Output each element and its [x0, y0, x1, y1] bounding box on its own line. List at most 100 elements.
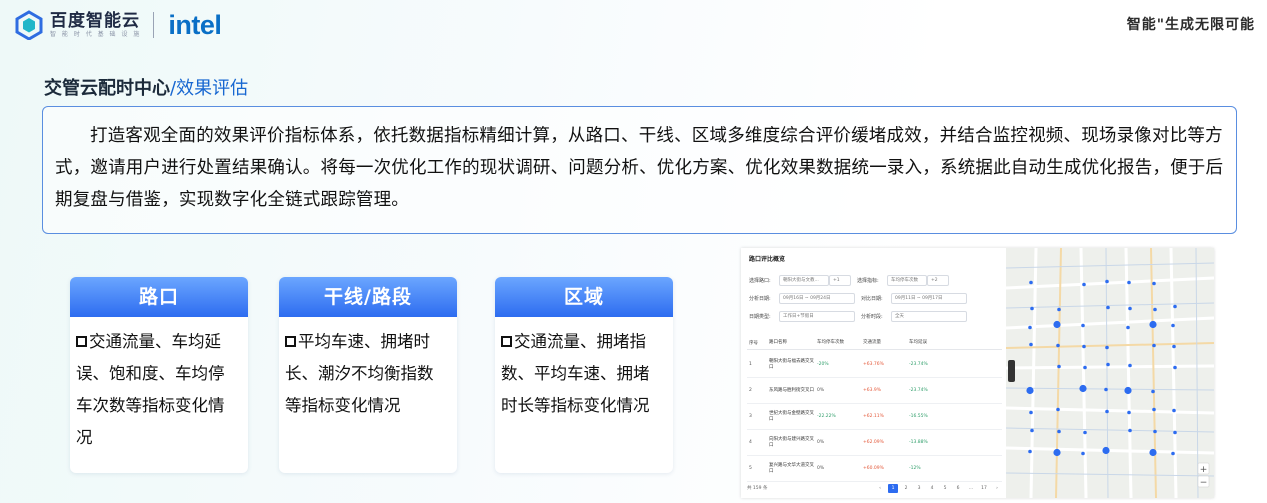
intersection-marker-icon [1151, 389, 1155, 394]
road-network-map[interactable]: + − [1005, 248, 1214, 498]
page-button[interactable]: 6 [953, 484, 963, 493]
slogan: 智能"生成无限可能 [1126, 17, 1255, 33]
card-text: 交通流量、车均延误、饱和度、车均停车次数等指标变化情况 [76, 332, 225, 447]
delay-change: -16.55% [909, 413, 928, 419]
page-button[interactable]: 5 [940, 484, 950, 493]
intersection-marker-icon [1106, 305, 1110, 310]
table-row[interactable]: 3 世纪大街与金壁路交叉口 -22.22% +62.11% -16.55% [747, 404, 1002, 430]
intersection-more-tag[interactable]: +1 [829, 274, 851, 286]
table-row[interactable]: 5 复兴路与文华大道交叉口 0% +60.09% -12% [747, 456, 1002, 482]
intersection-marker-icon [1056, 407, 1060, 412]
evaluation-screenshot: 路口评比概览 选择路口: 朝阳大街与文教... +1 选择指标: 车均停车次数 … [741, 248, 1214, 498]
delay-change: -23.74% [909, 361, 928, 367]
page-button[interactable]: 17 [979, 484, 989, 493]
analysis-date-picker[interactable]: 09月16日 ~ 09月24日 [779, 292, 855, 304]
intersection-marker-icon [1149, 320, 1157, 329]
table-row[interactable]: 1 朝阳大街与福去路交叉口 -20% +63.76% -23.74% [747, 352, 1002, 378]
intersection-marker-icon [1029, 280, 1033, 285]
intersection-marker-icon [1028, 325, 1032, 330]
row-number: 3 [749, 414, 752, 419]
traffic-flow-change: +62.09% [863, 439, 884, 445]
intersection-marker-icon [1124, 386, 1132, 395]
svg-text:−: − [1200, 478, 1208, 488]
card-body: 交通流量、车均延误、饱和度、车均停车次数等指标变化情况 [70, 317, 248, 454]
page-button[interactable]: 4 [927, 484, 937, 493]
table-row[interactable]: 2 东风路与胜利街交叉口 0% +63.9% -23.74% [747, 378, 1002, 404]
traffic-flow-change: +63.9% [863, 387, 882, 393]
intersection-marker-icon [1057, 364, 1061, 369]
intersection-marker-icon [1028, 449, 1032, 454]
traffic-flow-change: +62.11% [863, 413, 884, 419]
intersection-select[interactable]: 朝阳大街与文教... [779, 274, 829, 286]
column-header[interactable]: 交通流量 [863, 340, 909, 346]
intersection-marker-icon [1026, 386, 1034, 395]
compare-date-picker[interactable]: 09月11日 ~ 09月17日 [891, 292, 967, 304]
column-header[interactable]: 车均延误 [909, 340, 955, 346]
intersection-name: 世纪大街与金壁路交叉口 [769, 410, 814, 422]
intersection-name: 复兴路与文华大道交叉口 [769, 462, 814, 474]
card-body: 平均车速、拥堵时长、潮汐不均衡指数等指标变化情况 [279, 317, 457, 422]
card-title: 区域 [495, 277, 673, 317]
metric-more-tag[interactable]: +2 [927, 274, 949, 286]
page-button[interactable]: › [992, 484, 1002, 493]
intersection-marker-icon [1057, 429, 1061, 434]
row-number: 4 [749, 440, 752, 445]
intersection-marker-icon [1104, 387, 1108, 392]
map-legend-icon [1008, 360, 1015, 382]
intersection-marker-icon [1173, 430, 1177, 435]
intersection-marker-icon [1083, 430, 1087, 435]
intersection-marker-icon [1173, 365, 1177, 370]
intersection-comparison-panel: 路口评比概览 选择路口: 朝阳大街与文教... +1 选择指标: 车均停车次数 … [741, 248, 1006, 498]
intersection-name: 向阳大街与建兴路交叉口 [769, 436, 814, 448]
intro-text: 打造客观全面的效果评价指标体系，依托数据指标精细计算，从路口、干线、区域多维度综… [55, 126, 1224, 210]
intersection-marker-icon [1153, 307, 1157, 312]
filter-row: 日期类型: 工作日+节假日 分析时段: 全天 [749, 310, 1004, 322]
row-number: 2 [749, 388, 752, 393]
page-button[interactable]: ‹ [875, 484, 885, 493]
time-period-select[interactable]: 全天 [891, 310, 967, 322]
intersection-marker-icon [1172, 344, 1176, 349]
row-number: 5 [749, 466, 752, 471]
intersection-marker-icon [1152, 407, 1156, 412]
intersection-name: 东风路与胜利街交叉口 [769, 387, 814, 393]
baidu-cloud-logo-icon [14, 10, 44, 41]
brand-logos: 百度智能云 智 能 时 代 基 础 设 施 intel [14, 8, 222, 42]
intersection-marker-icon [1171, 451, 1175, 456]
filter-label: 对比日期: [861, 295, 883, 302]
intersection-marker-icon [1128, 428, 1132, 433]
page-title: 交管云配时中心/效果评估 [44, 74, 248, 100]
intersection-marker-icon [1149, 448, 1157, 457]
row-number: 1 [749, 362, 752, 367]
metric-select[interactable]: 车均停车次数 [887, 274, 927, 286]
pagination: 共 159 条 ‹ 1 2 3 4 5 6... 17 › [747, 484, 1002, 494]
page-button[interactable]: ... [966, 484, 976, 493]
card-text: 交通流量、拥堵指数、平均车速、拥堵时长等指标变化情况 [501, 332, 650, 415]
card-region: 区域 交通流量、拥堵指数、平均车速、拥堵时长等指标变化情况 [495, 277, 673, 473]
stop-count-change: -20% [817, 361, 829, 367]
total-count: 共 159 条 [747, 486, 768, 491]
intersection-marker-icon [1106, 362, 1110, 367]
intersection-name: 朝阳大街与福去路交叉口 [769, 358, 814, 370]
column-header[interactable]: 车均停车次数 [817, 340, 863, 346]
intersection-marker-icon [1105, 345, 1109, 350]
intersection-marker-icon [1056, 343, 1060, 348]
page-button[interactable]: 1 [888, 484, 898, 493]
delay-change: -12% [909, 465, 921, 471]
intersection-marker-icon [1128, 306, 1132, 311]
intersection-marker-icon [1030, 306, 1034, 311]
intersection-marker-icon [1082, 344, 1086, 349]
svg-text:+: + [1200, 465, 1208, 475]
page-button[interactable]: 3 [914, 484, 924, 493]
table-row[interactable]: 4 向阳大街与建兴路交叉口 0% +62.09% -13.88% [747, 430, 1002, 456]
traffic-flow-change: +63.76% [863, 361, 884, 367]
filter-label: 选择路口: [749, 277, 771, 284]
card-body: 交通流量、拥堵指数、平均车速、拥堵时长等指标变化情况 [495, 317, 673, 422]
intersection-marker-icon [1173, 304, 1177, 309]
baidu-cloud-tagline: 智 能 时 代 基 础 设 施 [50, 30, 142, 38]
page-button[interactable]: 2 [901, 484, 911, 493]
card-text: 平均车速、拥堵时长、潮汐不均衡指数等指标变化情况 [285, 332, 434, 415]
panel-title: 路口评比概览 [749, 256, 786, 263]
date-type-select[interactable]: 工作日+节假日 [779, 310, 855, 322]
page-title-sub: 效果评估 [176, 78, 249, 99]
stop-count-change: 0% [817, 387, 825, 393]
